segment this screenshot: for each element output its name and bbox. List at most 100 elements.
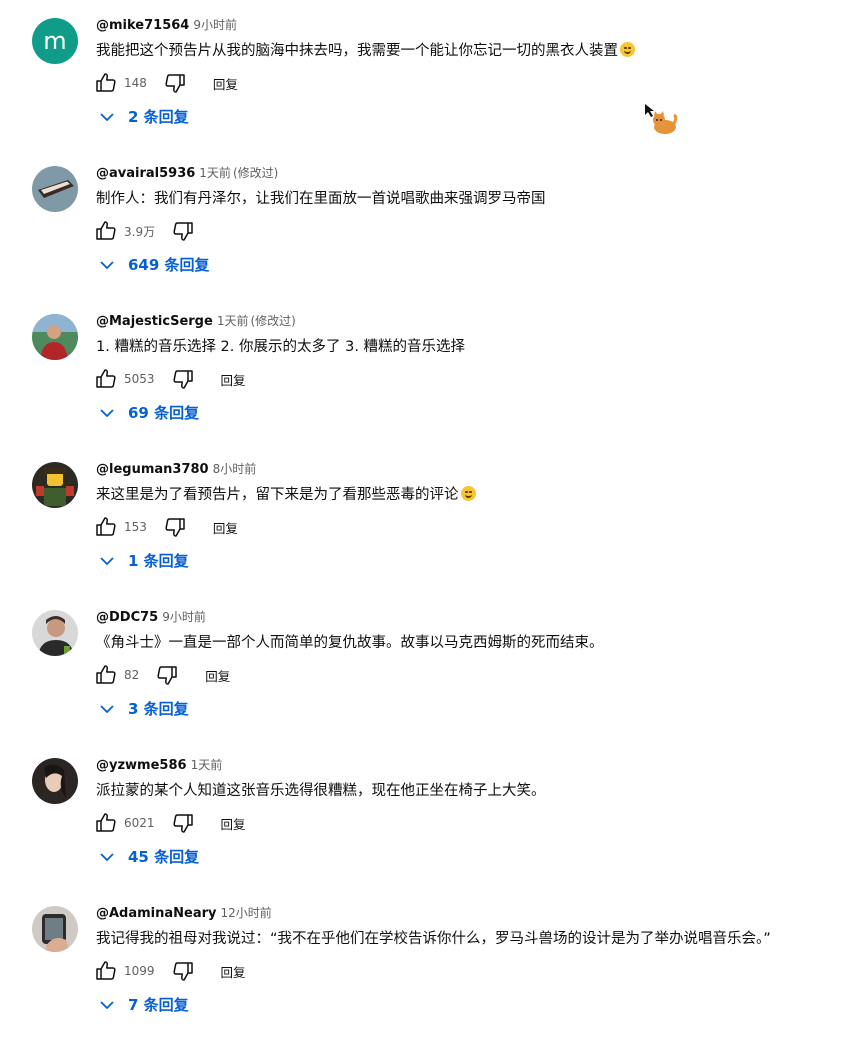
replies-count: 7 条回复 (128, 996, 189, 1014)
reply-button[interactable]: 回复 (221, 370, 246, 389)
like-count: 5053 (124, 372, 155, 386)
comment-thread: @DDC75 9小时前 《角斗士》一直是一部个人而简单的复仇故事。故事以马克西姆斯… (0, 596, 859, 744)
comment-time[interactable]: 1天前 (199, 166, 231, 180)
reply-button[interactable]: 回复 (221, 814, 246, 833)
comment-thread: m @mike71564 9小时前 我能把这个预告片从我的脑海中抹去吗，我需要一个… (0, 4, 859, 152)
comment-text: 《角斗士》一直是一部个人而简单的复仇故事。故事以马克西姆斯的死而结束。 (96, 632, 604, 654)
comment-time[interactable]: 1天前 (217, 314, 249, 328)
laughing-emoji (620, 42, 635, 57)
comment-text: 制作人：我们有丹泽尔，让我们在里面放一首说唱歌曲来强调罗马帝国 (96, 188, 546, 210)
comment-time[interactable]: 9小时前 (162, 610, 206, 624)
comment-text-content: 来这里是为了看预告片，留下来是为了看那些恶毒的评论 (96, 487, 459, 503)
author-handle[interactable]: @AdaminaNeary (96, 906, 217, 921)
comment-text-content: 我能把这个预告片从我的脑海中抹去吗，我需要一个能让你忘记一切的黑衣人装置 (96, 43, 618, 59)
author-handle[interactable]: @avairal5936 (96, 166, 195, 181)
chevron-down-icon (100, 404, 114, 422)
comment-text: 来这里是为了看预告片，留下来是为了看那些恶毒的评论 (96, 484, 476, 506)
comment-thread: @AdaminaNeary 12小时前 我记得我的祖母对我说过：“我不在乎他们在学… (0, 892, 859, 1040)
comment-thread: @avairal5936 1天前 (修改过) 制作人：我们有丹泽尔，让我们在里面放一… (0, 152, 859, 300)
like-count: 82 (124, 668, 140, 682)
comment-actions: 3.9万 (94, 216, 195, 246)
edited-label: (修改过) (250, 314, 296, 328)
comment-text-content: 《角斗士》一直是一部个人而简单的复仇故事。故事以马克西姆斯的死而结束。 (96, 635, 604, 651)
comment-thread: @leguman3780 8小时前 来这里是为了看预告片，留下来是为了看那些恶毒的… (0, 448, 859, 596)
view-replies-button[interactable]: 45 条回复 (100, 846, 199, 867)
comment-meta: @MajesticSerge 1天前 (修改过) (96, 312, 296, 329)
chevron-down-icon (100, 256, 114, 274)
comment-thread: @MajesticSerge 1天前 (修改过) 1. 糟糕的音乐选择 2. 你展示… (0, 300, 859, 448)
comment-actions: 6021 回复 (94, 808, 246, 838)
letter-m-avatar[interactable]: m (32, 18, 78, 64)
comment-actions: 82 回复 (94, 660, 230, 690)
replies-count: 649 条回复 (128, 256, 210, 274)
chevron-down-icon (100, 700, 114, 718)
reply-button[interactable]: 回复 (221, 962, 246, 981)
comment-actions: 1099 回复 (94, 956, 246, 986)
view-replies-button[interactable]: 3 条回复 (100, 698, 189, 719)
dislike-icon[interactable] (163, 71, 187, 95)
reply-button[interactable]: 回复 (205, 666, 230, 685)
comment-meta: @DDC75 9小时前 (96, 608, 206, 625)
like-icon[interactable] (94, 515, 118, 539)
view-replies-button[interactable]: 649 条回复 (100, 254, 210, 275)
comment-time[interactable]: 9小时前 (193, 18, 237, 32)
author-handle[interactable]: @yzwme586 (96, 758, 187, 773)
comment-meta: @leguman3780 8小时前 (96, 460, 256, 477)
comment-text-content: 派拉蒙的某个人知道这张音乐选得很糟糕，现在他正坐在椅子上大笑。 (96, 783, 546, 799)
hand-photo-avatar[interactable] (32, 906, 78, 952)
like-icon[interactable] (94, 367, 118, 391)
view-replies-button[interactable]: 2 条回复 (100, 106, 189, 127)
like-icon[interactable] (94, 959, 118, 983)
like-count: 6021 (124, 816, 155, 830)
reply-button[interactable]: 回复 (213, 74, 238, 93)
dislike-icon[interactable] (171, 811, 195, 835)
replies-count: 1 条回复 (128, 552, 189, 570)
author-handle[interactable]: @mike71564 (96, 18, 189, 33)
reply-button[interactable]: 回复 (213, 518, 238, 537)
replies-count: 2 条回复 (128, 108, 189, 126)
keyboard-avatar[interactable] (32, 166, 78, 212)
comment-time[interactable]: 1天前 (191, 758, 223, 772)
dislike-icon[interactable] (155, 663, 179, 687)
comment-text: 派拉蒙的某个人知道这张音乐选得很糟糕，现在他正坐在椅子上大笑。 (96, 780, 546, 802)
author-handle[interactable]: @MajesticSerge (96, 314, 213, 329)
man-portrait-avatar[interactable] (32, 610, 78, 656)
comment-actions: 5053 回复 (94, 364, 246, 394)
replies-count: 3 条回复 (128, 700, 189, 718)
like-icon[interactable] (94, 811, 118, 835)
view-replies-button[interactable]: 1 条回复 (100, 550, 189, 571)
like-count: 3.9万 (124, 224, 156, 239)
grinning-emoji (460, 486, 476, 501)
author-handle[interactable]: @leguman3780 (96, 462, 209, 477)
like-count: 153 (124, 520, 147, 534)
like-count: 148 (124, 76, 147, 90)
like-icon[interactable] (94, 71, 118, 95)
comment-text: 我能把这个预告片从我的脑海中抹去吗，我需要一个能让你忘记一切的黑衣人装置 (96, 40, 635, 62)
person-outdoor-avatar[interactable] (32, 314, 78, 360)
comment-meta: @yzwme586 1天前 (96, 756, 222, 773)
dislike-icon[interactable] (163, 515, 187, 539)
like-icon[interactable] (94, 219, 118, 243)
comment-text-content: 1. 糟糕的音乐选择 2. 你展示的太多了 3. 糟糕的音乐选择 (96, 339, 466, 355)
dislike-icon[interactable] (171, 219, 195, 243)
comment-time[interactable]: 12小时前 (221, 906, 272, 920)
woman-portrait-avatar[interactable] (32, 758, 78, 804)
view-replies-button[interactable]: 7 条回复 (100, 994, 189, 1015)
edited-label: (修改过) (232, 166, 279, 180)
chevron-down-icon (100, 552, 114, 570)
comment-time[interactable]: 8小时前 (213, 462, 257, 476)
view-replies-button[interactable]: 69 条回复 (100, 402, 199, 423)
chevron-down-icon (100, 108, 114, 126)
dislike-icon[interactable] (171, 367, 195, 391)
comment-text-content: 制作人：我们有丹泽尔，让我们在里面放一首说唱歌曲来强调罗马帝国 (96, 191, 546, 207)
author-handle[interactable]: @DDC75 (96, 610, 158, 625)
chevron-down-icon (100, 996, 114, 1014)
comment-text: 1. 糟糕的音乐选择 2. 你展示的太多了 3. 糟糕的音乐选择 (96, 336, 465, 358)
mouse-cursor-cat-icon (643, 103, 679, 139)
like-icon[interactable] (94, 663, 118, 687)
comment-thread: @yzwme586 1天前 派拉蒙的某个人知道这张音乐选得很糟糕，现在他正坐在椅子… (0, 744, 859, 892)
replies-count: 69 条回复 (128, 404, 200, 422)
lego-figure-avatar[interactable] (32, 462, 78, 508)
comment-actions: 148 回复 (94, 68, 238, 98)
dislike-icon[interactable] (171, 959, 195, 983)
